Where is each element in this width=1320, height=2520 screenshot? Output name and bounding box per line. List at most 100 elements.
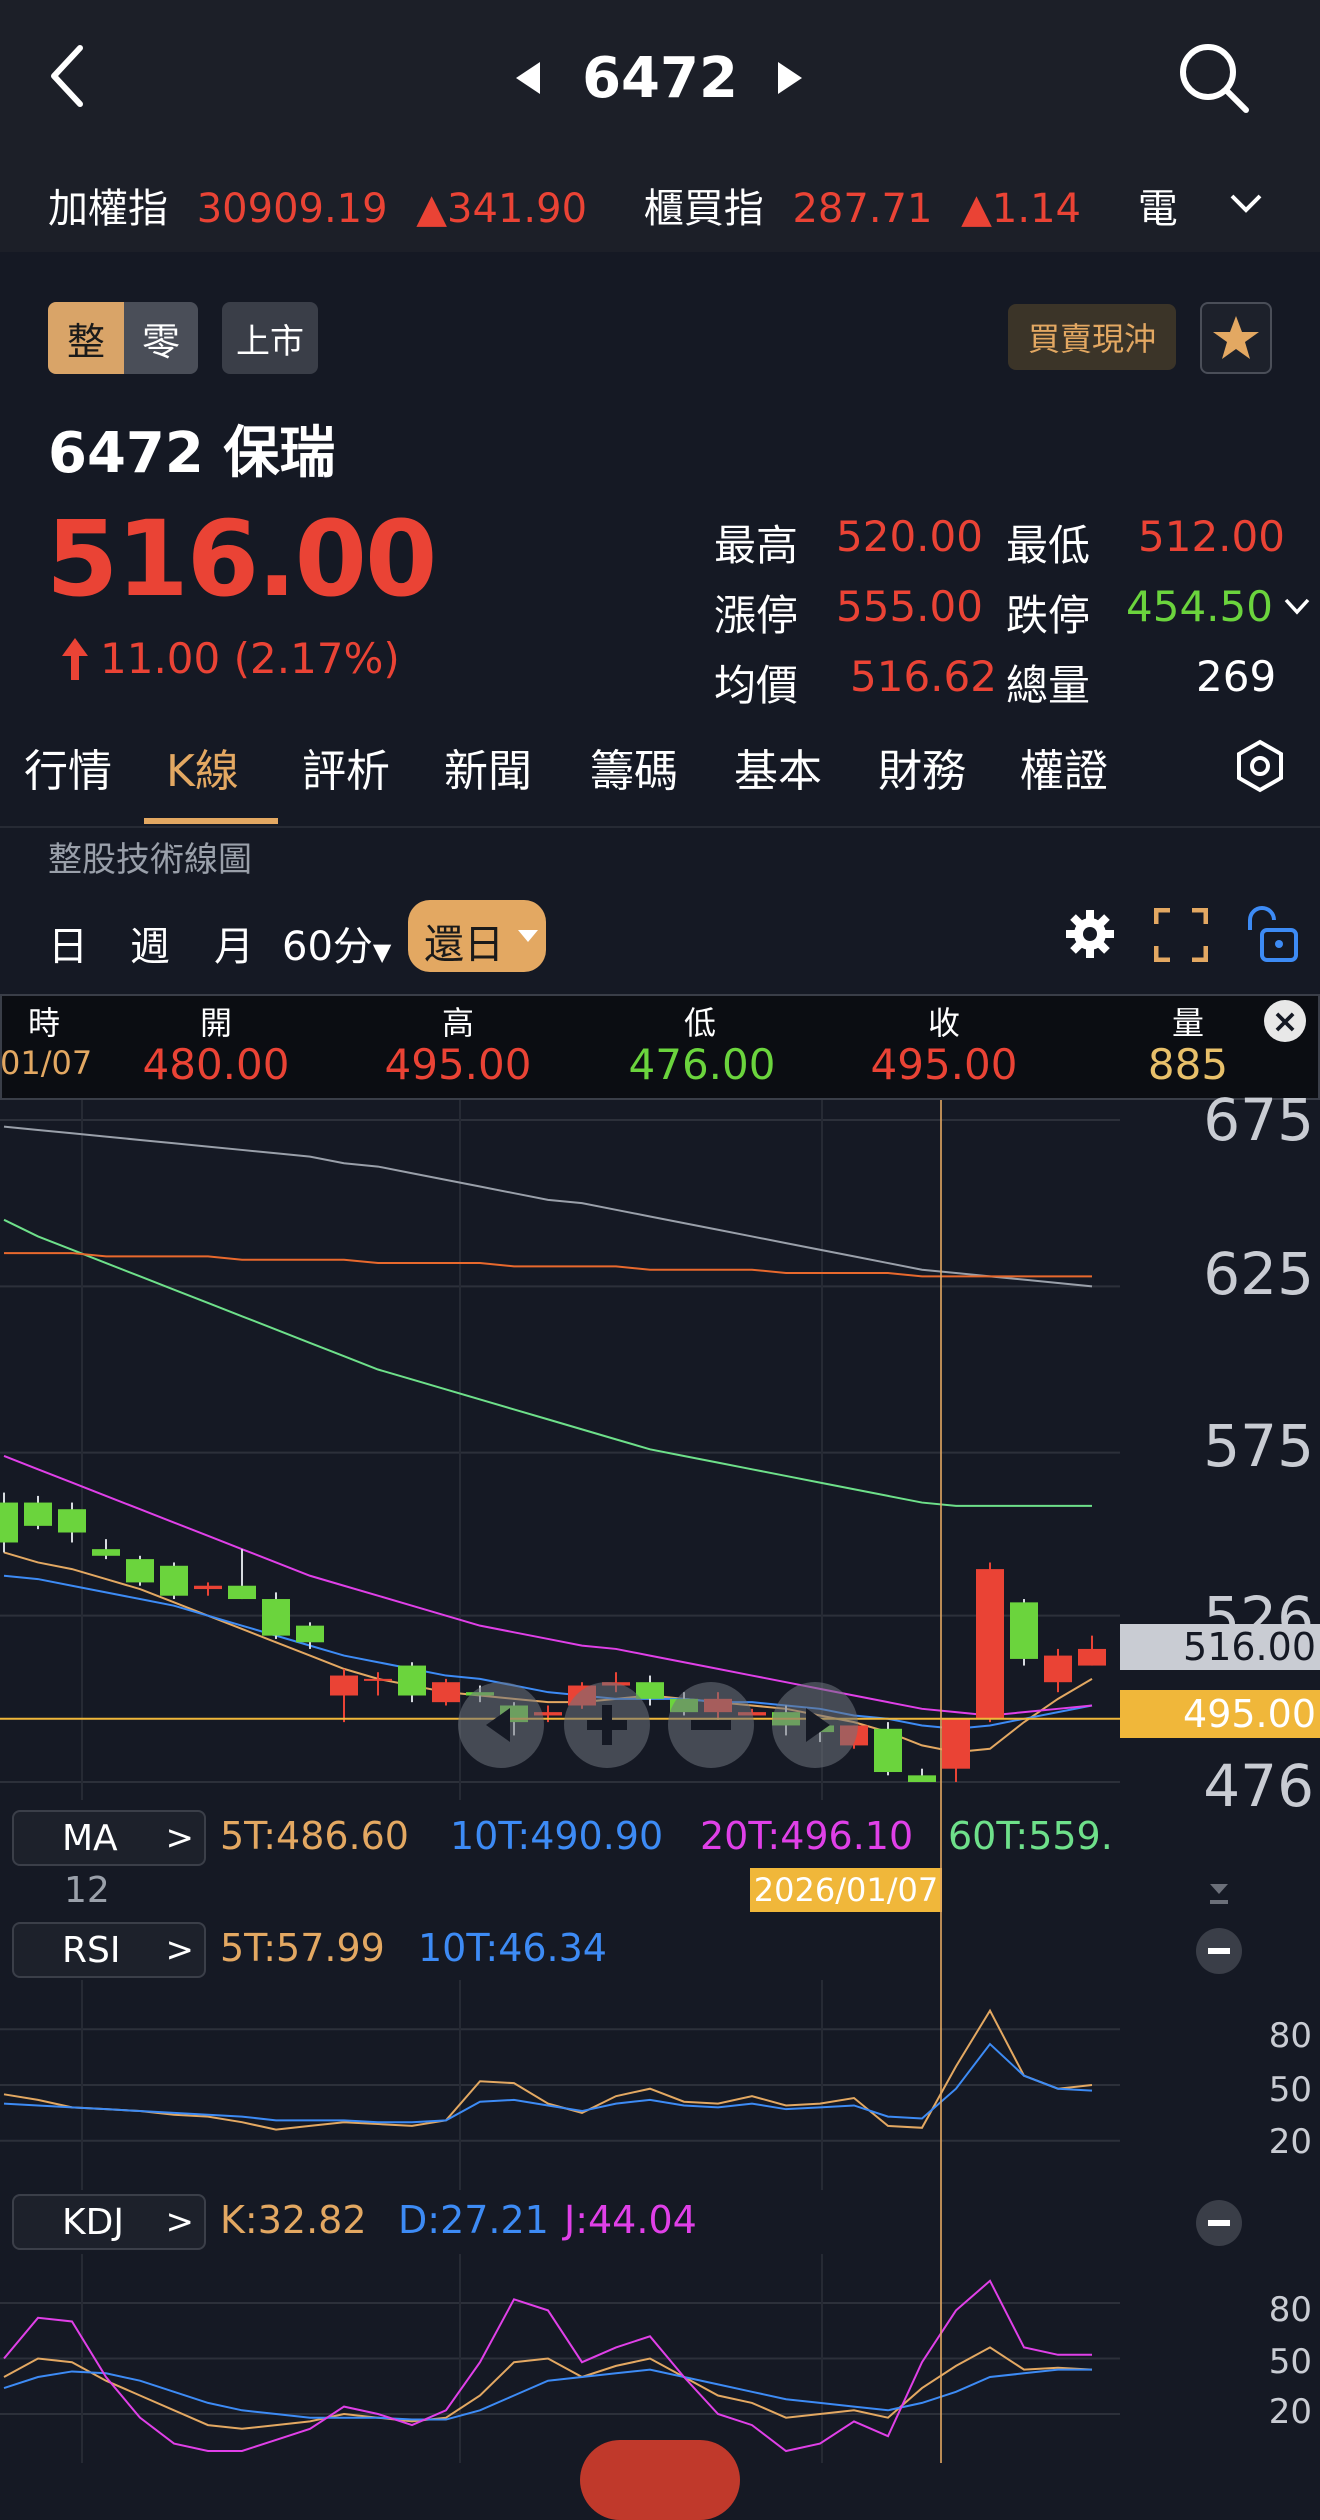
price-axis-label: 625 — [1203, 1240, 1314, 1308]
rsi-10t-value: 10T:46.34 — [418, 1926, 607, 1970]
kdj-k-value: K:32.82 — [220, 2198, 367, 2242]
stat-volume: 269 — [1196, 652, 1277, 701]
crosshair-vertical-line — [940, 1100, 942, 2463]
rsi-axis-label: 80 — [1268, 2016, 1312, 2056]
floating-action-button[interactable] — [580, 2440, 740, 2520]
period-day[interactable]: 日 — [48, 914, 88, 972]
pan-right-button[interactable] — [772, 1682, 858, 1768]
collapse-arrow-icon[interactable] — [1208, 1882, 1230, 1908]
minus-icon — [1208, 2220, 1230, 2226]
ohlc-header-volume: 量 — [1171, 1004, 1204, 1042]
price-axis-label: 675 — [1203, 1086, 1314, 1154]
stat-low: 512.00 — [1138, 512, 1285, 561]
period-month[interactable]: 月 — [214, 914, 254, 972]
rsi-axis-label: 20 — [1268, 2122, 1312, 2162]
remove-kdj-button[interactable] — [1196, 2200, 1242, 2246]
ma-indicator-selector[interactable]: MA > — [12, 1810, 206, 1866]
chevron-right-icon: > — [165, 1930, 195, 1970]
candle-body — [0, 1502, 18, 1543]
price-change-value: 11.00 — [100, 634, 221, 683]
rsi-indicator-selector[interactable]: RSI > — [12, 1922, 206, 1978]
rsi-chart[interactable] — [0, 1980, 1120, 2190]
kdj-chart-series-d — [3, 2368, 1092, 2421]
ma-5t-value: 5T:486.60 — [220, 1814, 409, 1858]
next-stock-icon[interactable] — [774, 60, 806, 96]
pan-left-icon — [486, 1708, 510, 1742]
period-week[interactable]: 週 — [130, 914, 170, 972]
candle-body — [1044, 1655, 1072, 1683]
stat-label: 總量 — [1006, 661, 1091, 710]
ohlc-header-open: 開 — [199, 1004, 232, 1042]
tab-quote[interactable]: 行情 — [24, 735, 112, 799]
rsi-5t-value: 5T:57.99 — [220, 1926, 385, 1970]
index-name: 電子扌 — [1137, 186, 1178, 232]
price-axis-label: 476 — [1203, 1752, 1314, 1820]
section-title: 整股技術線圖 — [48, 840, 252, 880]
fullscreen-icon[interactable] — [1154, 908, 1208, 962]
kdj-chart[interactable] — [0, 2254, 1120, 2463]
candle-body — [330, 1675, 358, 1696]
candle-body — [194, 1585, 222, 1590]
index-value: 30909.19 — [196, 186, 388, 232]
kdj-axis-label: 20 — [1268, 2392, 1312, 2432]
up-arrow-icon — [62, 638, 88, 680]
tab-analysis[interactable]: 評析 — [302, 735, 390, 799]
period-adjusted-day[interactable]: 還日 — [408, 900, 546, 972]
minus-icon — [1208, 1948, 1230, 1954]
candle-body — [126, 1559, 154, 1583]
index-name: 櫃買指 — [643, 186, 764, 232]
tab-news[interactable]: 新聞 — [444, 735, 532, 799]
zoom-out-button[interactable] — [668, 1682, 754, 1768]
dropdown-caret-icon — [518, 930, 538, 942]
zoom-in-button[interactable] — [564, 1682, 650, 1768]
price-axis-label: 575 — [1203, 1412, 1314, 1480]
stat-label: 跌停 — [1006, 591, 1091, 640]
rsi-label: RSI — [62, 1929, 121, 1971]
tab-financial[interactable]: 財務 — [878, 735, 966, 799]
expand-stats-chevron-icon[interactable] — [1282, 596, 1312, 618]
candle-body — [874, 1728, 902, 1773]
search-icon[interactable] — [1176, 40, 1252, 116]
ma-60t-value: 60T:559. — [948, 1814, 1113, 1858]
tab-chips[interactable]: 籌碼 — [590, 735, 678, 799]
chevron-down-icon[interactable] — [1226, 190, 1266, 216]
index-change: ▲341.90 — [416, 186, 588, 232]
ohlc-time: 01/07 — [0, 1044, 93, 1082]
period-60min[interactable]: 60分▼ — [282, 914, 391, 972]
candle-body — [92, 1549, 120, 1556]
ohlc-volume: 885 — [1147, 1040, 1229, 1089]
active-tab-indicator — [144, 818, 278, 824]
index-ticker: 加權指 30909.19 ▲341.90 櫃買指 287.71 ▲1.14 電子… — [48, 176, 1178, 234]
chart-settings-gear-icon[interactable] — [1062, 906, 1118, 962]
ma-20t-value: 20T:496.10 — [700, 1814, 914, 1858]
pan-left-button[interactable] — [458, 1682, 544, 1768]
ohlc-header-low: 低 — [683, 1004, 716, 1042]
tab-fundamental[interactable]: 基本 — [734, 735, 822, 799]
odd-lot-toggle[interactable]: 零 — [124, 302, 198, 374]
favorite-button[interactable] — [1200, 302, 1272, 374]
kdj-d-value: D:27.21 — [398, 2198, 549, 2242]
tab-kline[interactable]: K線 — [166, 735, 239, 799]
period-60min-label: 60分 — [282, 924, 373, 970]
back-arrow-icon[interactable] — [44, 44, 94, 108]
unlock-icon[interactable] — [1242, 904, 1302, 966]
candlestick-chart[interactable] — [0, 1100, 1120, 1800]
zoom-in-icon — [587, 1705, 627, 1745]
previous-stock-icon[interactable] — [512, 60, 544, 96]
cursor-price-marker: 495.00 — [1120, 1690, 1320, 1738]
whole-share-toggle[interactable]: 整 — [48, 302, 124, 374]
tab-warrant[interactable]: 權證 — [1020, 735, 1108, 799]
stat-avg: 516.62 — [850, 652, 997, 701]
remove-rsi-button[interactable] — [1196, 1928, 1242, 1974]
close-ohlc-icon[interactable]: × — [1264, 1000, 1306, 1042]
stock-name: 6472 保瑞 — [48, 421, 336, 486]
ma-10t-value: 10T:490.90 — [450, 1814, 664, 1858]
ma-extra-value: 12 — [64, 1870, 110, 1911]
tab-settings-icon[interactable] — [1232, 738, 1288, 794]
ma-line-gray — [3, 1125, 1093, 1288]
rsi-axis-label: 50 — [1268, 2070, 1312, 2110]
kdj-indicator-selector[interactable]: KDJ > — [12, 2194, 206, 2250]
candle-body — [228, 1585, 256, 1600]
pan-right-icon — [806, 1708, 830, 1742]
stock-code-title: 6472 — [582, 46, 738, 111]
